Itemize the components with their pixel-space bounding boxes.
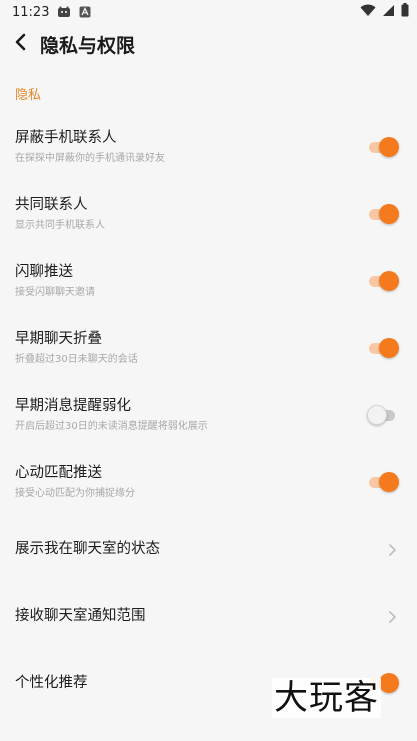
status-time: 11:23: [12, 4, 50, 20]
toggle-thumb: [379, 672, 399, 693]
cat-app-icon: [57, 6, 71, 18]
page-title: 隐私与权限: [40, 34, 136, 57]
settings-row[interactable]: 早期消息提醒弱化开启后超过30日的未读消息提醒将弱化展示: [0, 381, 417, 448]
settings-row[interactable]: 共同联系人显示共同手机联系人: [0, 180, 417, 247]
toggle-switch[interactable]: [367, 270, 399, 292]
status-right: [360, 3, 409, 21]
settings-row-subtitle: 接受心动匹配为你捕捉缘分: [15, 488, 135, 499]
chevron-right-icon: [387, 542, 397, 556]
settings-row-title: 屏蔽手机联系人: [15, 130, 117, 146]
status-left: 11:23: [12, 5, 93, 20]
chevron-left-icon: [13, 33, 27, 55]
settings-row[interactable]: 展示我在聊天室的状态: [0, 515, 417, 582]
toggle-thumb: [379, 136, 399, 157]
settings-row-subtitle: 开启后超过30日的未读消息提醒将弱化展示: [15, 421, 208, 432]
toggle-switch[interactable]: [367, 337, 399, 359]
wifi-icon: [360, 4, 376, 21]
toggle-thumb: [379, 270, 399, 291]
toggle-thumb: [379, 203, 399, 224]
watermark-logo: 大玩客: [272, 678, 381, 718]
settings-row-title: 早期消息提醒弱化: [15, 398, 131, 414]
settings-row-subtitle: 在探探中屏蔽你的手机通讯录好友: [15, 153, 165, 164]
settings-row[interactable]: 闪聊推送接受闪聊聊天邀请: [0, 247, 417, 314]
back-button[interactable]: [0, 24, 40, 64]
settings-row[interactable]: 接收聊天室通知范围: [0, 582, 417, 649]
settings-row[interactable]: 早期聊天折叠折叠超过30日未聊天的会话: [0, 314, 417, 381]
settings-row-subtitle: 折叠超过30日未聊天的会话: [15, 354, 138, 365]
toggle-switch[interactable]: [367, 404, 399, 426]
settings-row-title: 早期聊天折叠: [15, 331, 102, 347]
chevron-right-icon: [387, 609, 397, 623]
settings-row-title: 心动匹配推送: [15, 465, 102, 481]
toggle-switch[interactable]: [367, 136, 399, 158]
settings-row[interactable]: 屏蔽手机联系人在探探中屏蔽你的手机通讯录好友: [0, 113, 417, 180]
a-app-icon: [79, 6, 93, 18]
toggle-switch[interactable]: [367, 471, 399, 493]
toggle-switch[interactable]: [367, 203, 399, 225]
header: 隐私与权限: [0, 24, 417, 64]
settings-row-title: 展示我在聊天室的状态: [15, 540, 160, 557]
toggle-thumb: [379, 337, 399, 358]
settings-row-title: 闪聊推送: [15, 264, 73, 280]
toggle-thumb: [367, 404, 387, 425]
settings-list: 屏蔽手机联系人在探探中屏蔽你的手机通讯录好友共同联系人显示共同手机联系人闪聊推送…: [0, 113, 417, 716]
settings-row-title: 共同联系人: [15, 197, 88, 213]
settings-row-subtitle: 显示共同手机联系人: [15, 220, 105, 231]
toggle-thumb: [379, 471, 399, 492]
settings-row-subtitle: 接受闪聊聊天邀请: [15, 287, 95, 298]
battery-icon: [401, 3, 409, 21]
settings-row[interactable]: 心动匹配推送接受心动匹配为你捕捉缘分: [0, 448, 417, 515]
section-title-privacy: 隐私: [15, 88, 42, 103]
signal-icon: [382, 4, 395, 21]
status-bar: 11:23: [0, 0, 417, 24]
settings-row-title: 接收聊天室通知范围: [15, 607, 146, 624]
